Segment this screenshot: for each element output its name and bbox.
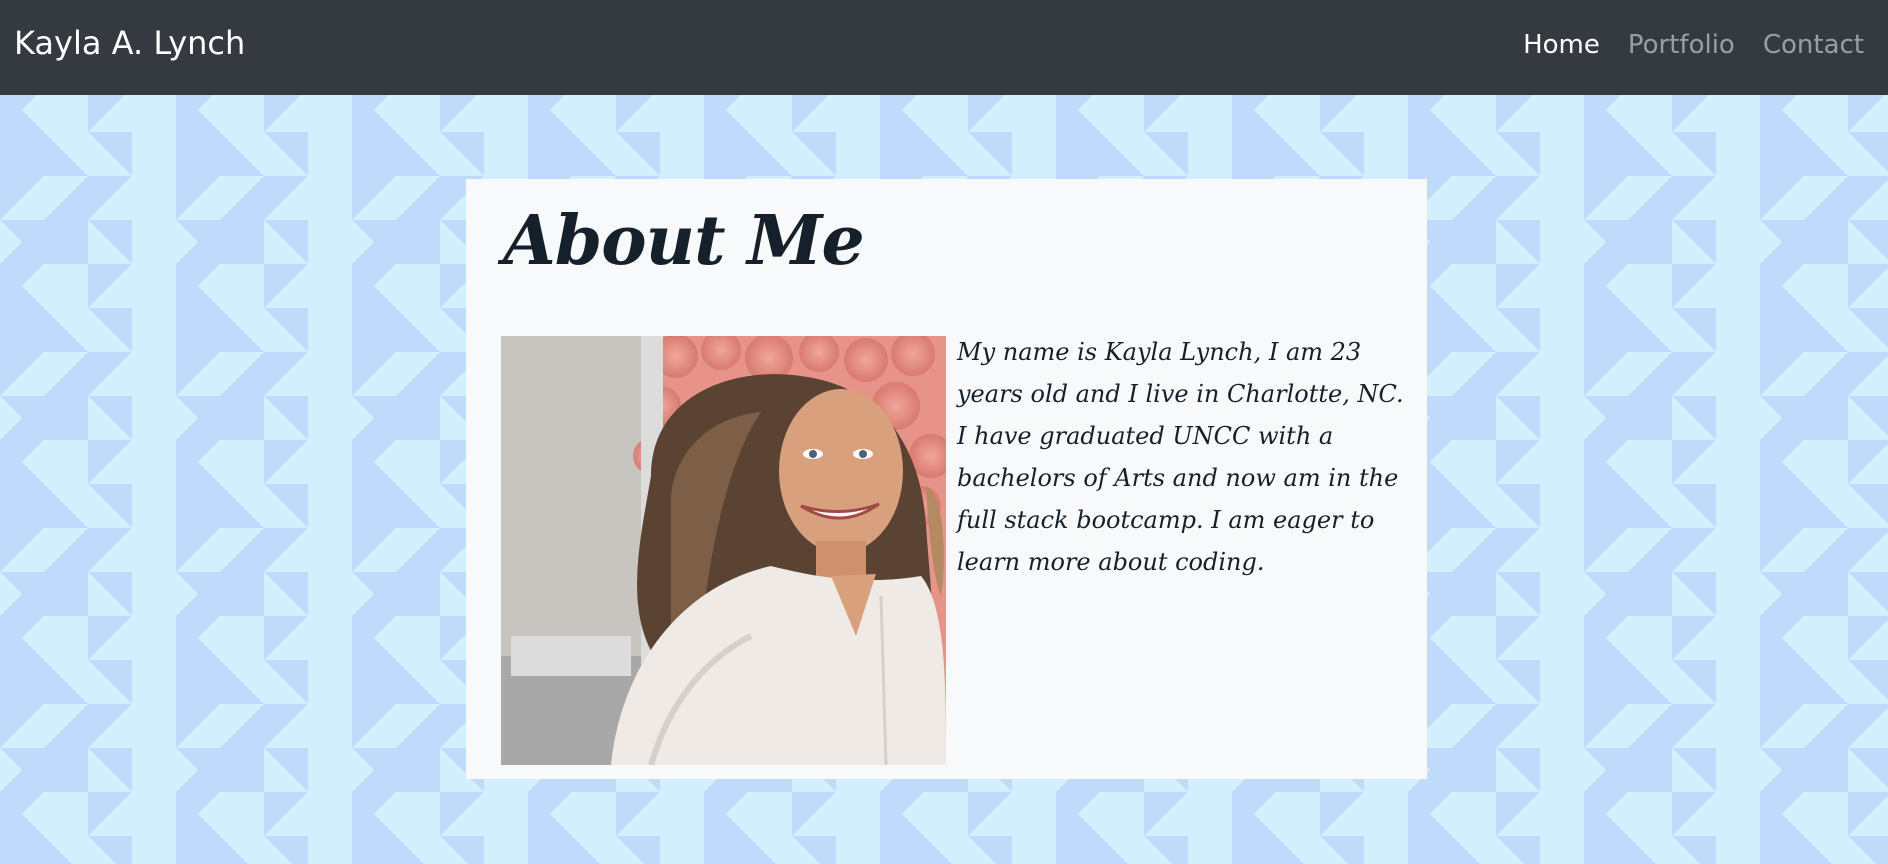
- nav-contact-link[interactable]: Contact: [1763, 30, 1864, 61]
- nav-home-link[interactable]: Home: [1523, 30, 1600, 61]
- portrait-photo-icon: [501, 336, 946, 765]
- brand-link[interactable]: Kayla A. Lynch: [14, 24, 245, 62]
- nav-portfolio-link[interactable]: Portfolio: [1628, 30, 1735, 61]
- about-card: About Me My name is Kayla Lynch, I am 23…: [466, 179, 1427, 779]
- about-bio: My name is Kayla Lynch, I am 23 years ol…: [957, 338, 1404, 576]
- nav-links: Home Portfolio Contact: [1523, 30, 1864, 61]
- profile-photo: [501, 336, 946, 765]
- top-navbar: Kayla A. Lynch Home Portfolio Contact: [0, 0, 1888, 95]
- about-title: About Me: [503, 201, 865, 281]
